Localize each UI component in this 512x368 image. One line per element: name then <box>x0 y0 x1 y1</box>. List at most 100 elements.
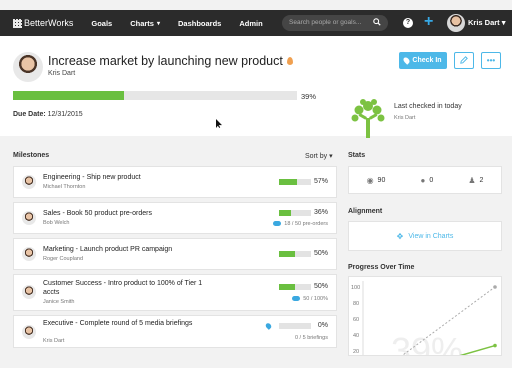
milestone-owner: Janice Smith <box>43 299 75 305</box>
nav-dashboards-label: Dashboards <box>177 18 222 28</box>
goal-progress-label: 39% <box>301 92 317 101</box>
chart-watermark: 39% <box>391 330 463 356</box>
progress-chart-heading: Progress Over Time <box>348 264 415 271</box>
logo-text: BetterWorks <box>24 18 74 28</box>
flame-icon <box>286 57 293 65</box>
milestones-heading: Milestones <box>13 152 50 159</box>
due-date-label: Due Date: <box>13 111 46 118</box>
avatar <box>22 285 36 299</box>
comments-stat: ● 0 <box>420 176 433 185</box>
alignment-heading: Alignment <box>348 208 383 215</box>
nav-admin[interactable]: Admin <box>239 19 262 28</box>
nav-dashboards[interactable]: Dashboards <box>178 19 221 28</box>
milestone-metric: 18 / 50 pre-orders <box>273 221 328 227</box>
nav-goals[interactable]: Goals <box>91 19 112 28</box>
chevron-down-icon: ▾ <box>156 20 160 27</box>
user-name: Kris Dart <box>468 18 500 27</box>
milestone-percent: 50% <box>313 283 328 290</box>
last-checked-in: Last checked in today <box>394 103 462 110</box>
avatar <box>22 247 36 261</box>
goal-owner[interactable]: Kris Dart <box>48 70 75 77</box>
progress-chart-svg: 100 80 60 40 20 39% <box>351 281 497 356</box>
add-icon[interactable]: + <box>424 13 433 31</box>
followers-stat: ♟ 2 <box>468 176 483 185</box>
milestone-progress-fill <box>279 284 295 290</box>
milestone-percent: 50% <box>313 250 328 257</box>
pencil-icon <box>460 56 468 64</box>
user-menu[interactable]: Kris Dart ▾ <box>468 18 506 27</box>
nav-goals-label: Goals <box>91 18 113 28</box>
y-tick-label: 40 <box>353 333 359 339</box>
check-in-button[interactable]: Check In <box>399 52 447 69</box>
view-in-charts-label: View in Charts <box>408 232 454 240</box>
search-icon <box>373 18 381 26</box>
milestone-progress-fill <box>279 210 291 216</box>
view-in-charts-link[interactable]: ✥ View in Charts <box>397 232 454 241</box>
milestone-item[interactable]: Marketing - Launch product PR campaign R… <box>13 238 337 270</box>
milestone-owner: Kris Dart <box>43 338 65 344</box>
y-tick-label: 20 <box>353 349 359 355</box>
betterworks-logo[interactable]: BetterWorks <box>13 18 73 28</box>
alignment-card: ✥ View in Charts <box>348 221 502 251</box>
milestone-item[interactable]: Customer Success - Intro product to 100%… <box>13 274 337 311</box>
location-pin-icon <box>264 322 273 330</box>
followers-icon: ♟ <box>468 175 476 185</box>
milestone-percent: 0% <box>317 322 328 329</box>
milestone-item[interactable]: Sales - Book 50 product pre-orders Bob W… <box>13 202 337 234</box>
milestone-owner: Bob Welch <box>43 220 70 226</box>
milestone-title: Customer Success - Intro product to 100%… <box>43 280 203 296</box>
more-options-button[interactable]: ••• <box>481 52 501 69</box>
goal-title: Increase market by launching new product <box>48 54 293 68</box>
milestone-metric-text: 50 / 100% <box>303 296 328 302</box>
y-tick-label: 100 <box>351 285 360 291</box>
y-tick-label: 60 <box>353 317 359 323</box>
salesforce-icon <box>273 221 282 227</box>
chevron-down-icon: ▾ <box>501 18 506 27</box>
milestone-list: Engineering - Ship new product Michael T… <box>13 166 337 352</box>
milestone-title: Engineering - Ship new product <box>43 174 141 181</box>
milestone-title: Executive - Complete round of 5 media br… <box>43 320 193 327</box>
avatar <box>22 211 36 225</box>
move-icon: ✥ <box>396 231 404 241</box>
nav-admin-label: Admin <box>239 18 263 28</box>
milestone-item[interactable]: Engineering - Ship new product Michael T… <box>13 166 337 198</box>
avatar <box>22 175 36 189</box>
stats-heading: Stats <box>348 152 366 159</box>
help-icon[interactable]: ? <box>403 18 413 28</box>
milestone-item[interactable]: Executive - Complete round of 5 media br… <box>13 315 337 348</box>
due-date: Due Date: 12/31/2015 <box>13 111 83 118</box>
milestone-progress-fill <box>279 179 298 185</box>
milestone-percent: 57% <box>313 178 328 185</box>
series-point <box>493 285 497 289</box>
logo-icon <box>13 18 22 28</box>
milestone-progress-bar <box>279 323 311 329</box>
milestone-metric-text: 18 / 50 pre-orders <box>284 221 328 227</box>
avatar <box>22 325 36 339</box>
milestone-metric: 0 / 5 briefings <box>294 335 328 341</box>
check-in-label: Check In <box>412 57 442 64</box>
milestone-metric: 50 / 100% <box>292 296 328 302</box>
progress-chart: 100 80 60 40 20 39% <box>348 276 502 356</box>
search-input[interactable]: Search people or goals... <box>282 15 388 31</box>
milestone-progress-bar <box>279 284 311 290</box>
comments-count: 0 <box>429 176 434 184</box>
milestone-progress-bar <box>279 210 311 216</box>
nav-charts[interactable]: Charts ▾ <box>130 19 160 28</box>
last-checked-user[interactable]: Kris Dart <box>394 115 415 121</box>
sort-by-label: Sort by <box>305 153 328 160</box>
milestone-progress-fill <box>279 251 295 257</box>
views-count: 90 <box>377 176 386 184</box>
edit-button[interactable] <box>454 52 474 69</box>
followers-count: 2 <box>479 176 484 184</box>
due-date-value: 12/31/2015 <box>47 111 83 118</box>
eye-icon: ◉ <box>366 175 374 185</box>
chevron-down-icon: ▾ <box>329 153 333 160</box>
goal-progress-fill <box>13 91 124 100</box>
growth-tree-icon <box>351 99 385 138</box>
user-avatar[interactable] <box>447 14 465 32</box>
milestone-owner: Michael Thornton <box>43 184 86 190</box>
milestone-percent: 36% <box>313 209 328 216</box>
goal-header: Increase market by launching new product… <box>0 36 512 138</box>
sort-by-dropdown[interactable]: Sort by ▾ <box>305 152 333 160</box>
y-tick-label: 80 <box>353 301 359 307</box>
